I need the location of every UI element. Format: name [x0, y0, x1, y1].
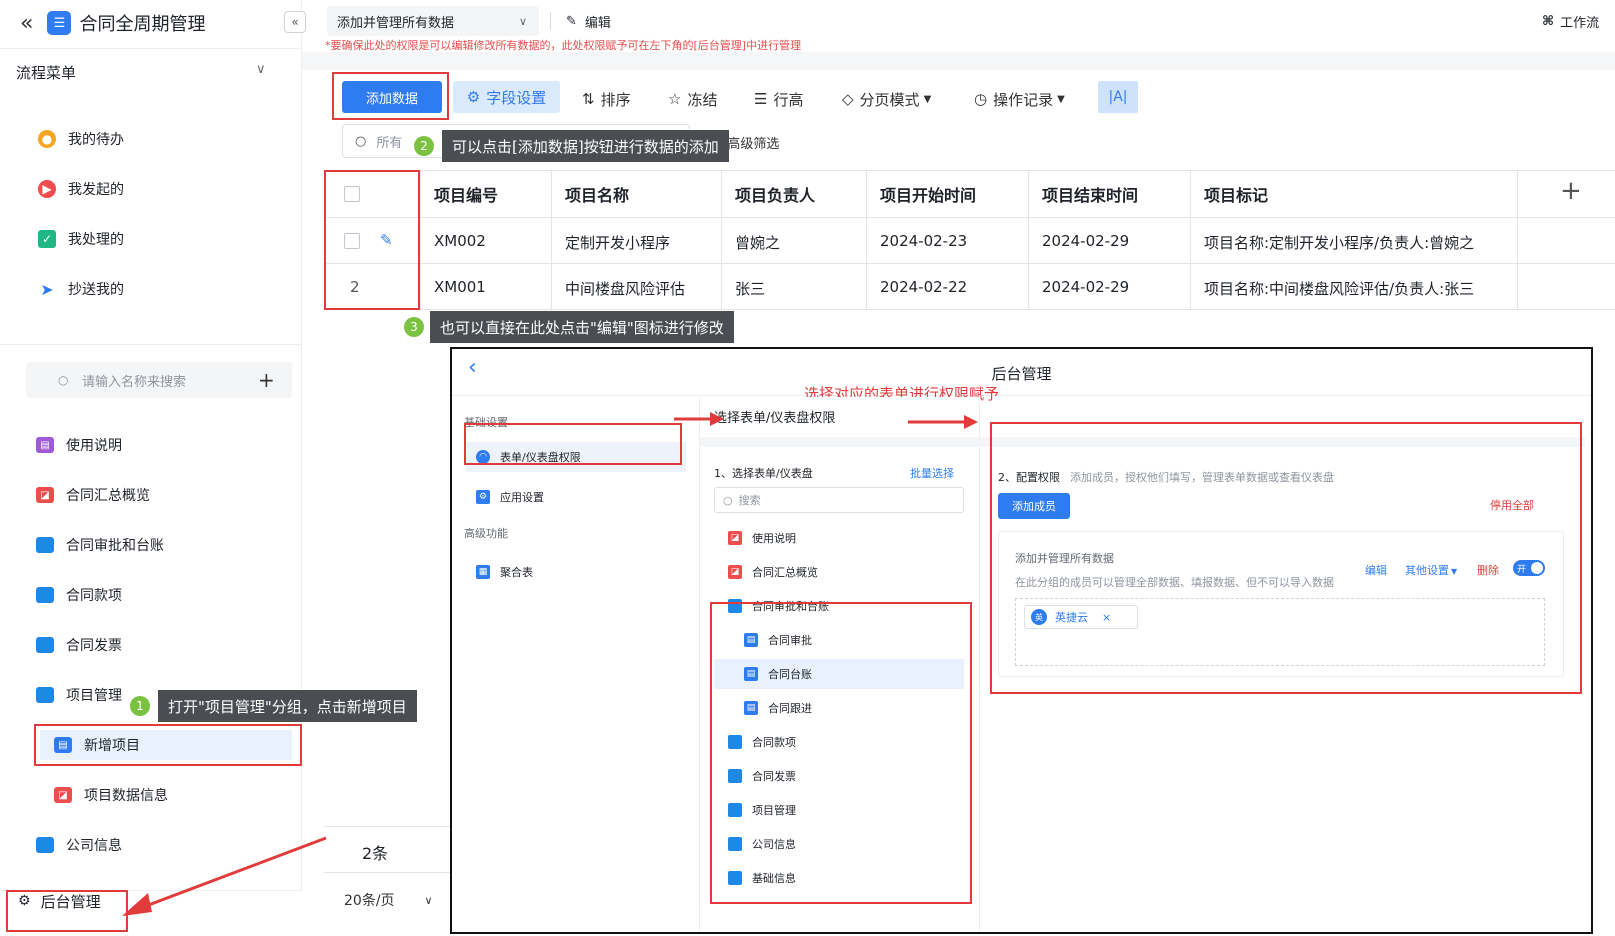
panel-arrows	[674, 412, 978, 429]
admin-panel: ‹ 后台管理 选择对应的表单进行权限赋予 基础设置 ◠ 表单/仪表盘权限 ⚙ 应…	[450, 347, 1593, 934]
